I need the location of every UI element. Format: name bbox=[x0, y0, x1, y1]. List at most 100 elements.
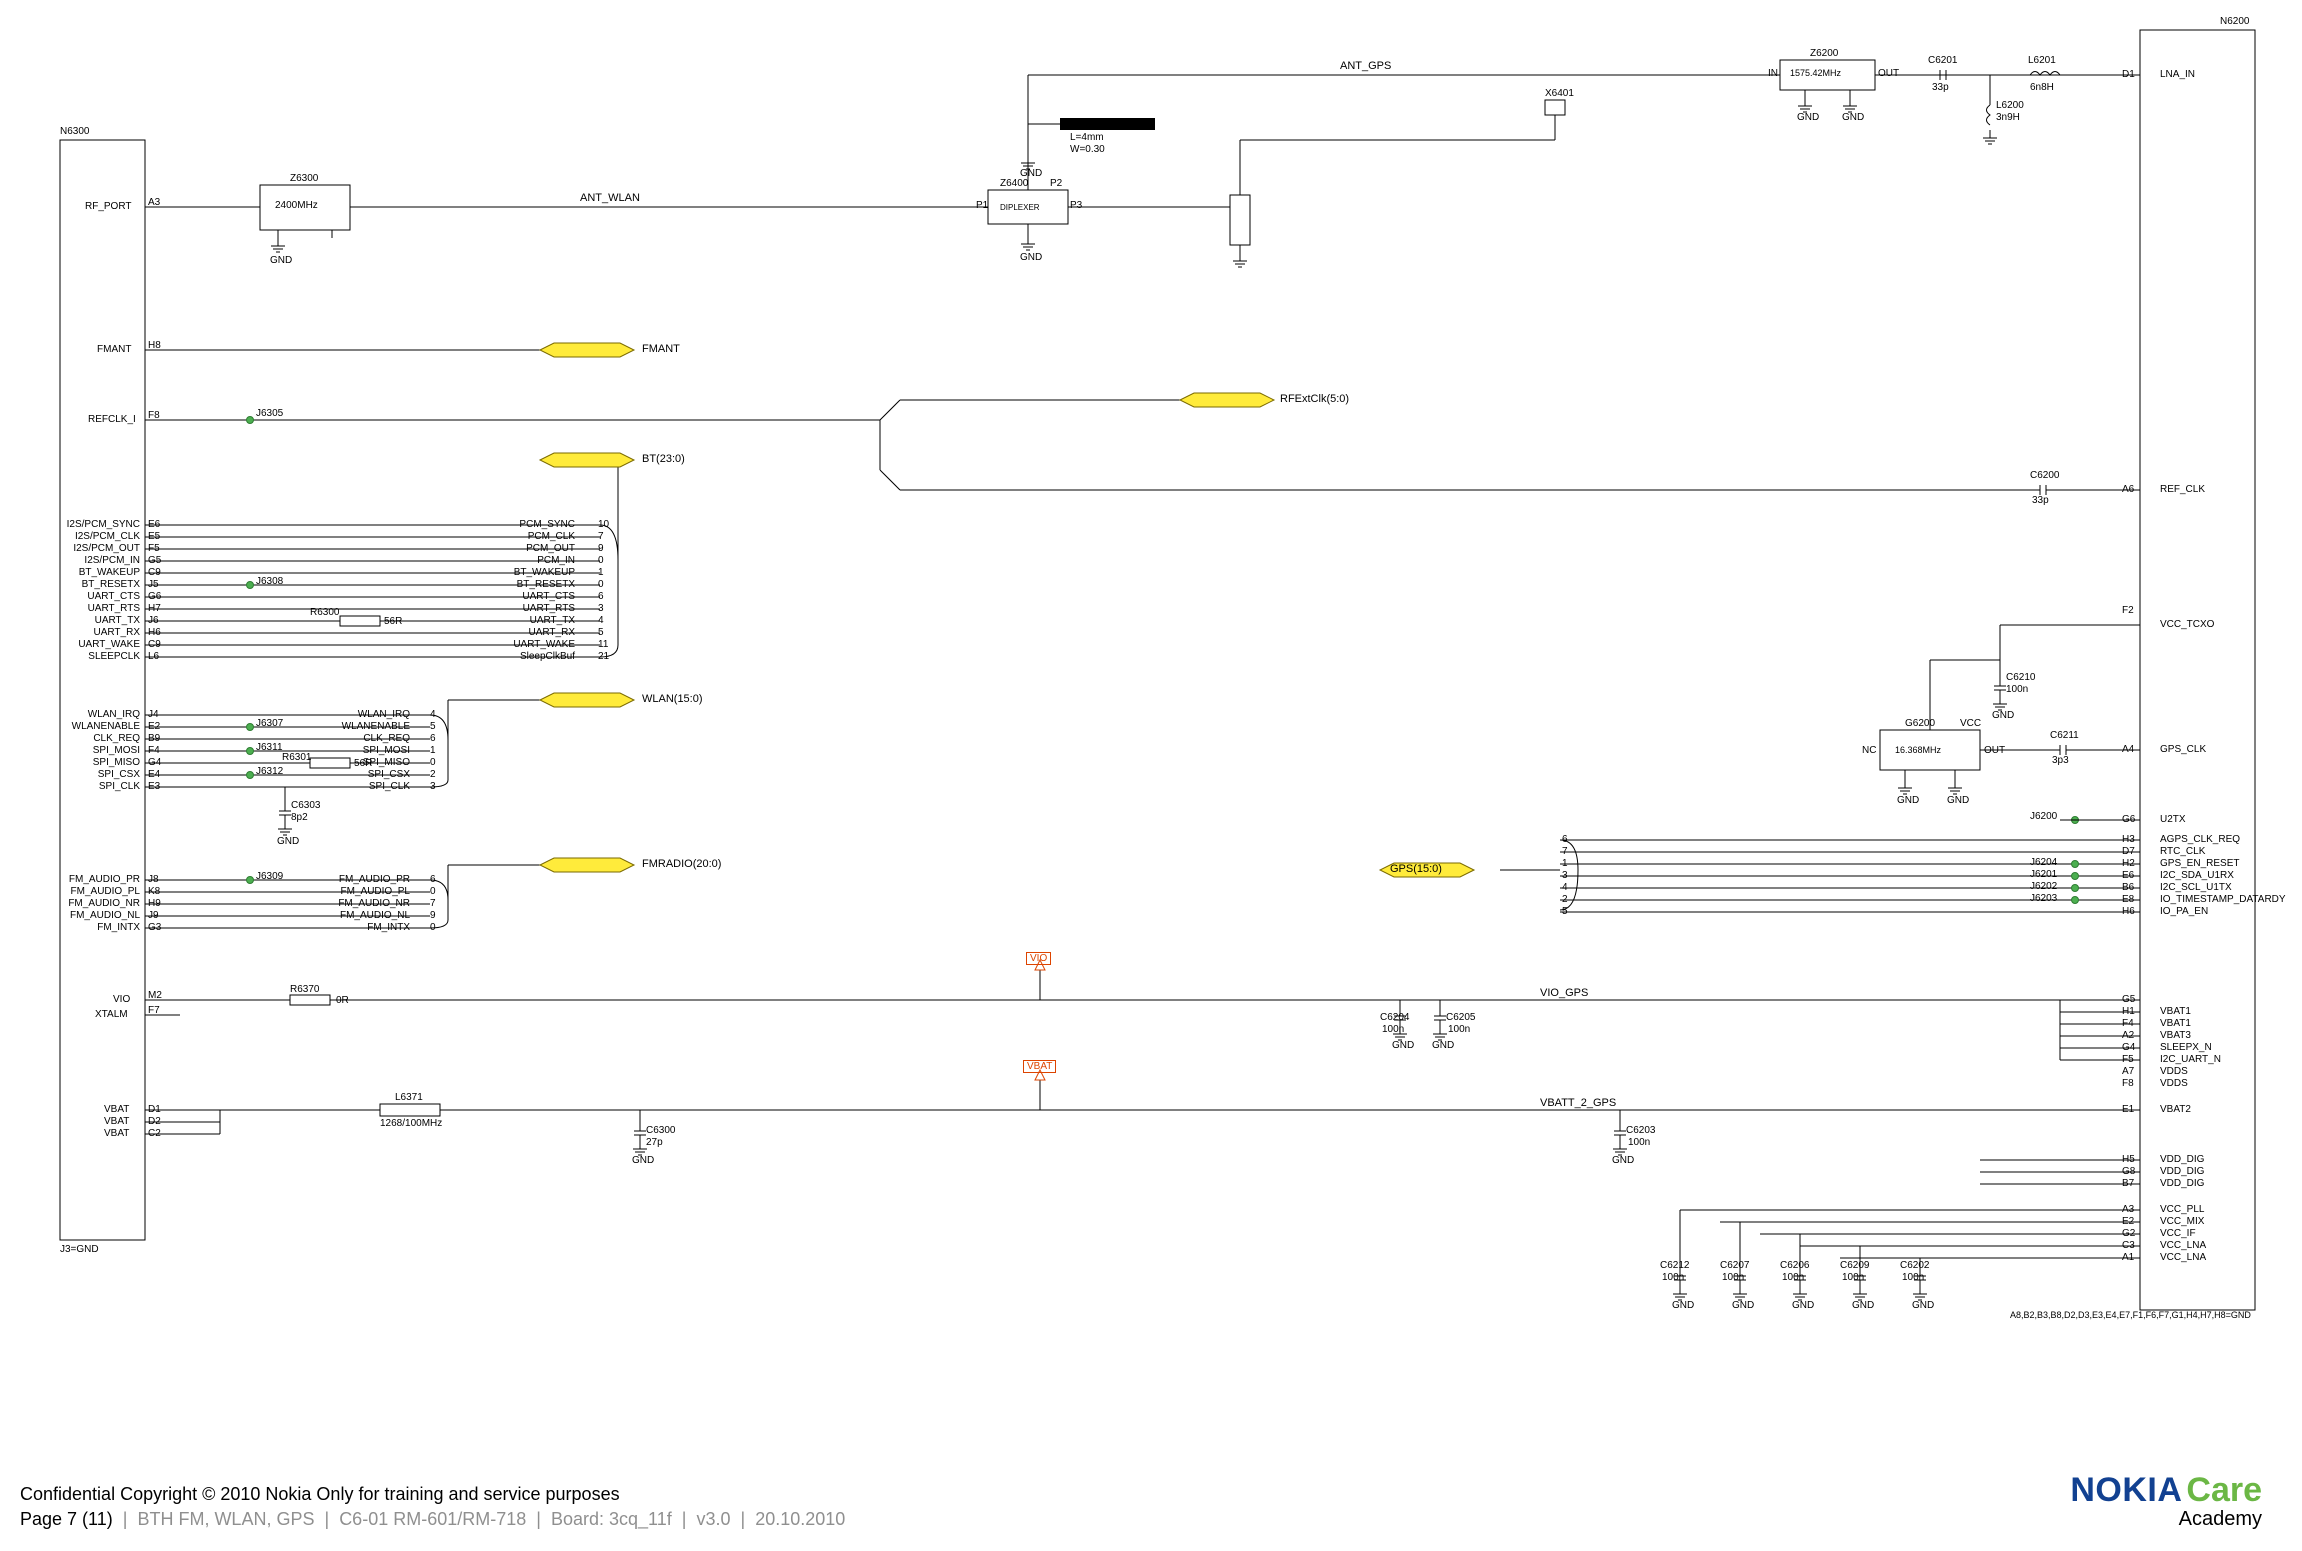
footer-board: Board: 3cq_11f bbox=[551, 1509, 672, 1529]
ref-c6303: C6303 bbox=[291, 800, 320, 811]
fm-pin-3: J9 bbox=[148, 910, 159, 921]
p1-z6400: P1 bbox=[976, 200, 988, 211]
wlan-name-3: SPI_MOSI bbox=[55, 745, 140, 756]
vdd-name-0: VDD_DIG bbox=[2160, 1154, 2204, 1165]
vbat-pin-1: D2 bbox=[148, 1116, 161, 1127]
pin-vbat2: VBAT2 bbox=[2160, 1104, 2191, 1115]
wlan-far-3: SPI_MOSI bbox=[290, 745, 410, 756]
vbatgrp-name-1: VBAT1 bbox=[2160, 1006, 2191, 1017]
val-c6203: 100n bbox=[1628, 1137, 1650, 1148]
gpsbus-name-3: I2C_SDA_U1RX bbox=[2160, 870, 2234, 881]
ref-c6201: C6201 bbox=[1928, 55, 1957, 66]
fm-num-0: 6 bbox=[430, 874, 436, 885]
bt-pin-9: H6 bbox=[148, 627, 161, 638]
val-c6212: 100n bbox=[1662, 1272, 1684, 1283]
g6200-out: OUT bbox=[1984, 745, 2005, 756]
vbatgrp-pin-5: F5 bbox=[2122, 1054, 2134, 1065]
fm-num-2: 7 bbox=[430, 898, 436, 909]
wlan-pin-3: F4 bbox=[148, 745, 160, 756]
bt-num-8: 4 bbox=[598, 615, 604, 626]
bt-name-8: UART_TX bbox=[55, 615, 140, 626]
tp-j6308: J6308 bbox=[256, 576, 283, 587]
gpsbus-name-6: IO_PA_EN bbox=[2160, 906, 2208, 917]
vcc-name-4: VCC_LNA bbox=[2160, 1252, 2206, 1263]
wlan-pin-4: G4 bbox=[148, 757, 161, 768]
bt-far-6: UART_CTS bbox=[455, 591, 575, 602]
ref-r6370: R6370 bbox=[290, 984, 319, 995]
bt-name-10: UART_WAKE bbox=[55, 639, 140, 650]
ref-c6202: C6202 bbox=[1900, 1260, 1929, 1271]
gnd-z6200b: GND bbox=[1842, 112, 1864, 123]
bt-name-4: BT_WAKEUP bbox=[55, 567, 140, 578]
net-ant-wlan: ANT_WLAN bbox=[580, 192, 640, 204]
ref-c6203: C6203 bbox=[1626, 1125, 1655, 1136]
gpsbus-num-6: 5 bbox=[1562, 906, 1568, 917]
ref-n6200: N6200 bbox=[2220, 16, 2249, 27]
bt-pin-8: J6 bbox=[148, 615, 159, 626]
vcc-pin-3: C3 bbox=[2122, 1240, 2135, 1251]
footer-ver: v3.0 bbox=[696, 1509, 730, 1529]
gnd-c6204: GND bbox=[1392, 1040, 1414, 1051]
gnd-g6200a: GND bbox=[1897, 795, 1919, 806]
bt-pin-5: J5 bbox=[148, 579, 159, 590]
footer: Confidential Copyright © 2010 Nokia Only… bbox=[20, 1482, 845, 1531]
bus-fmradio: FMRADIO(20:0) bbox=[642, 858, 721, 870]
gnd-c6300: GND bbox=[632, 1155, 654, 1166]
vcc-name-0: VCC_PLL bbox=[2160, 1204, 2204, 1215]
fm-name-2: FM_AUDIO_NR bbox=[55, 898, 140, 909]
gnd-g6200b: GND bbox=[1947, 795, 1969, 806]
bt-name-0: I2S/PCM_SYNC bbox=[55, 519, 140, 530]
gnd-c6206: GND bbox=[1792, 1300, 1814, 1311]
tp-j6204: J6204 bbox=[2030, 857, 2057, 868]
pin-vcc-tcxo-f2: F2 bbox=[2122, 605, 2134, 616]
wlan-far-4: SPI_MISO bbox=[290, 757, 410, 768]
vbat-name-0: VBAT bbox=[104, 1104, 129, 1115]
fm-far-4: FM_INTX bbox=[290, 922, 410, 933]
fm-num-4: 0 bbox=[430, 922, 436, 933]
vcc-name-3: VCC_LNA bbox=[2160, 1240, 2206, 1251]
bt-name-7: UART_RTS bbox=[55, 603, 140, 614]
pin-u2tx: U2TX bbox=[2160, 814, 2186, 825]
bt-pin-10: C9 bbox=[148, 639, 161, 650]
vbat-name-2: VBAT bbox=[104, 1128, 129, 1139]
gpsbus-pin-6: H6 bbox=[2122, 906, 2135, 917]
bt-name-5: BT_RESETX bbox=[55, 579, 140, 590]
wlan-far-2: CLK_REQ bbox=[290, 733, 410, 744]
port-h8: H8 bbox=[148, 340, 161, 351]
bt-far-11: SleepClkBuf bbox=[455, 651, 575, 662]
brand-academy: Academy bbox=[2070, 1508, 2262, 1531]
tp-j6202: J6202 bbox=[2030, 881, 2057, 892]
vbat-pin-2: C2 bbox=[148, 1128, 161, 1139]
wlan-name-6: SPI_CLK bbox=[55, 781, 140, 792]
vdd-name-2: VDD_DIG bbox=[2160, 1178, 2204, 1189]
wlan-num-4: 0 bbox=[430, 757, 436, 768]
vbatgrp-pin-1: H1 bbox=[2122, 1006, 2135, 1017]
bt-pin-7: H7 bbox=[148, 603, 161, 614]
val-l6201: 6n8H bbox=[2030, 82, 2054, 93]
port-refclk: REFCLK_I bbox=[88, 414, 136, 425]
fm-name-0: FM_AUDIO_PR bbox=[55, 874, 140, 885]
ref-c6205: C6205 bbox=[1446, 1012, 1475, 1023]
bus-rfextclk: RFExtClk(5:0) bbox=[1280, 393, 1349, 405]
bt-far-3: PCM_IN bbox=[455, 555, 575, 566]
val-c6211: 3p3 bbox=[2052, 755, 2069, 766]
port-f8: F8 bbox=[148, 410, 160, 421]
fm-far-1: FM_AUDIO_PL bbox=[290, 886, 410, 897]
pin-vbat2-e1: E1 bbox=[2122, 1104, 2134, 1115]
ref-z6200: Z6200 bbox=[1810, 48, 1838, 59]
net-j3-gnd: J3=GND bbox=[60, 1244, 99, 1255]
wlan-far-1: WLANENABLE bbox=[290, 721, 410, 732]
gnd-c6207: GND bbox=[1732, 1300, 1754, 1311]
gnd-c6202: GND bbox=[1912, 1300, 1934, 1311]
ref-c6300: C6300 bbox=[646, 1125, 675, 1136]
fm-pin-0: J8 bbox=[148, 874, 159, 885]
vbatgrp-pin-6: A7 bbox=[2122, 1066, 2134, 1077]
bt-pin-6: G6 bbox=[148, 591, 161, 602]
g6200-vcc: VCC bbox=[1960, 718, 1981, 729]
val-c6207: 100n bbox=[1722, 1272, 1744, 1283]
gpsbus-name-2: GPS_EN_RESET bbox=[2160, 858, 2239, 869]
gnd-z6200a: GND bbox=[1797, 112, 1819, 123]
vdd-pin-1: G8 bbox=[2122, 1166, 2135, 1177]
wlan-num-6: 3 bbox=[430, 781, 436, 792]
wlan-num-5: 2 bbox=[430, 769, 436, 780]
